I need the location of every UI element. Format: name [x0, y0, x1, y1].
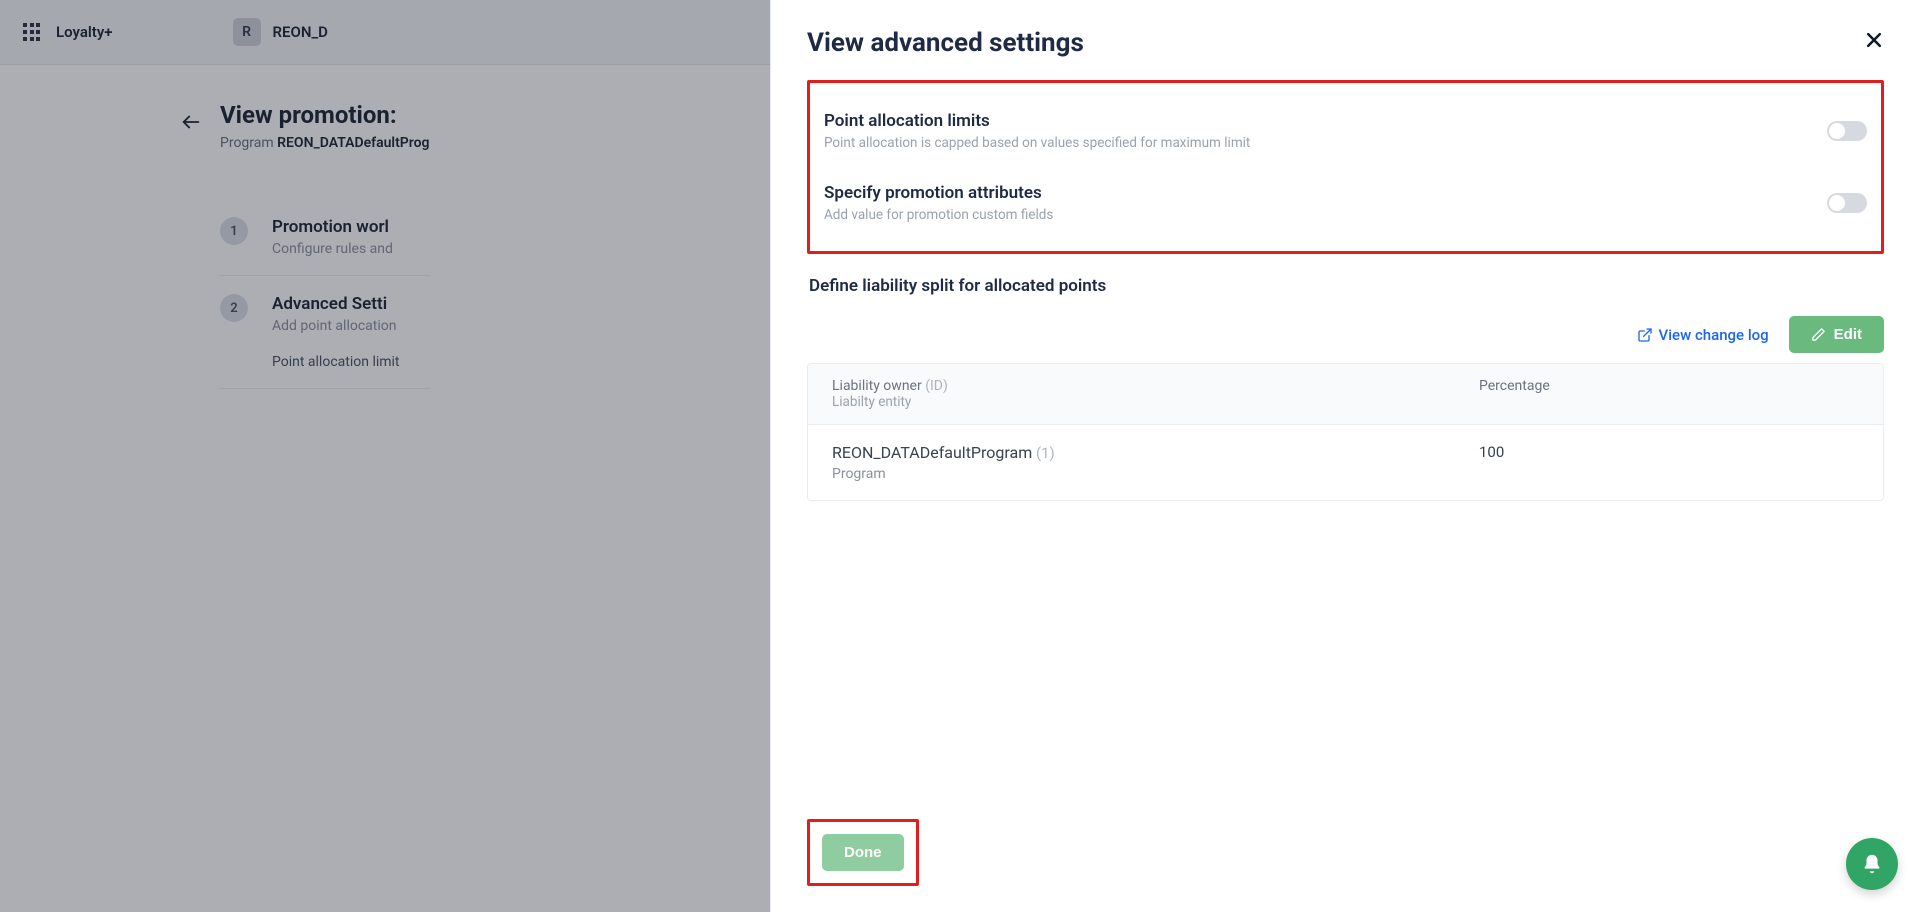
- highlighted-settings-box: Point allocation limits Point allocation…: [807, 80, 1884, 254]
- row-percentage: 100: [1479, 443, 1859, 482]
- setting-title: Specify promotion attributes: [824, 183, 1053, 203]
- pencil-icon: [1811, 327, 1826, 342]
- close-icon[interactable]: [1864, 30, 1884, 56]
- liability-actions: View change log Edit: [807, 316, 1884, 353]
- external-link-icon: [1637, 327, 1653, 343]
- notifications-button[interactable]: [1846, 838, 1898, 890]
- modal-header: View advanced settings: [771, 0, 1920, 80]
- backdrop[interactable]: [0, 0, 770, 912]
- th-entity: Liabilty entity: [832, 394, 1479, 410]
- modal-footer: Done: [771, 797, 1920, 912]
- th-owner-id: (ID): [925, 378, 948, 394]
- advanced-settings-modal: View advanced settings Point allocation …: [770, 0, 1920, 912]
- edit-button[interactable]: Edit: [1789, 316, 1884, 353]
- setting-desc: Point allocation is capped based on valu…: [824, 135, 1250, 151]
- toggle-point-allocation-limits[interactable]: [1827, 121, 1867, 141]
- row-entity: Program: [832, 466, 1479, 482]
- setting-desc: Add value for promotion custom fields: [824, 207, 1053, 223]
- table-body[interactable]: REON_DATADefaultProgram (1) Program 100: [808, 424, 1883, 500]
- view-change-log-link[interactable]: View change log: [1637, 326, 1769, 344]
- setting-promotion-attributes: Specify promotion attributes Add value f…: [818, 167, 1873, 239]
- row-owner-id: (1): [1036, 444, 1055, 462]
- th-owner: Liability owner: [832, 378, 922, 394]
- table-row: REON_DATADefaultProgram (1) Program 100: [808, 424, 1883, 500]
- th-percentage: Percentage: [1479, 378, 1859, 410]
- setting-title: Point allocation limits: [824, 111, 1250, 131]
- toggle-promotion-attributes[interactable]: [1827, 193, 1867, 213]
- setting-point-allocation-limits: Point allocation limits Point allocation…: [818, 95, 1873, 167]
- bell-icon: [1861, 853, 1883, 875]
- row-owner-name: REON_DATADefaultProgram: [832, 443, 1032, 462]
- edit-label: Edit: [1834, 326, 1862, 343]
- modal-title: View advanced settings: [807, 28, 1084, 58]
- table-header: Liability owner (ID) Liabilty entity Per…: [808, 364, 1883, 424]
- change-log-label: View change log: [1659, 326, 1769, 344]
- liability-table: Liability owner (ID) Liabilty entity Per…: [807, 363, 1884, 501]
- highlighted-done-box: Done: [807, 819, 919, 886]
- done-button[interactable]: Done: [822, 834, 904, 871]
- liability-section-title: Define liability split for allocated poi…: [809, 276, 1884, 296]
